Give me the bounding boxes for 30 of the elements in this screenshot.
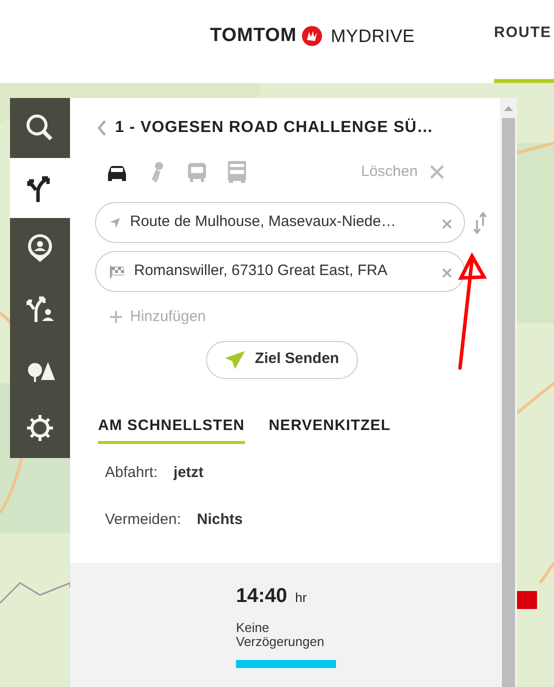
detail-label: Abfahrt: <box>105 463 158 483</box>
location-arrow-icon <box>110 218 120 228</box>
settings-icon <box>24 412 56 444</box>
close-icon[interactable] <box>430 165 444 179</box>
route-option-tab[interactable]: NERVENKITZEL <box>268 414 391 444</box>
route-nav-button[interactable] <box>10 158 70 218</box>
swap-icon[interactable] <box>473 212 487 234</box>
destination-input[interactable]: Romanswiller, 67310 Great East, FRA <box>134 260 432 283</box>
start-input[interactable]: Route de Mulhouse, Masevaux-Niede… <box>130 211 432 234</box>
traffic-status: Keine Verzögerungen <box>236 621 326 650</box>
hand-logo-icon <box>300 25 323 48</box>
back-icon[interactable] <box>97 120 107 136</box>
destination-field[interactable]: Romanswiller, 67310 Great East, FRA <box>95 251 465 292</box>
checkered-flag-icon <box>110 266 124 278</box>
detail-value[interactable]: Nichts <box>196 508 243 531</box>
bus-icon[interactable] <box>185 160 209 184</box>
time-unit: hr <box>295 589 307 607</box>
scrollbar-thumb[interactable] <box>502 118 515 687</box>
plus-icon[interactable] <box>110 311 122 324</box>
detail-value[interactable]: jetzt <box>174 462 204 484</box>
send-destination-button[interactable]: Ziel Senden <box>206 340 358 378</box>
product-name: MYDRIVE <box>330 24 415 48</box>
route-title: 1 - VOGESEN ROAD CHALLENGE SÜ… <box>115 117 434 138</box>
route-option-tab[interactable]: AM SCHNELLSTEN <box>98 414 245 444</box>
brand-name: TOMTOM <box>210 24 297 48</box>
start-field[interactable]: Route de Mulhouse, Masevaux-Niede… <box>95 202 465 243</box>
detail-label: Vermeiden: <box>105 510 181 530</box>
travel-time: 14:40 <box>236 584 288 609</box>
send-icon <box>224 350 245 368</box>
truck-icon[interactable] <box>225 160 249 184</box>
